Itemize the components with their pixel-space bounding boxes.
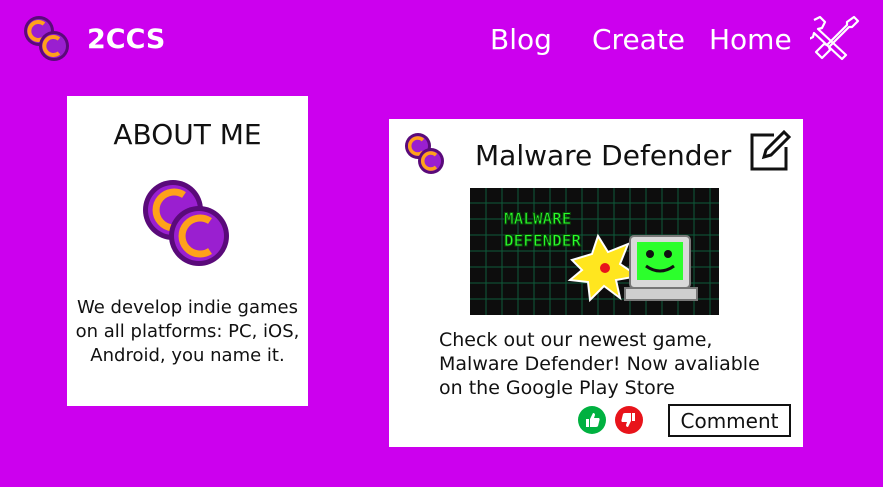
post-body: Check out our newest game, Malware Defen… [439,329,760,399]
game-logo-line2: DEFENDER [504,231,581,250]
post-title: Malware Defender [475,139,732,172]
brand-name[interactable]: 2CCS [87,24,165,55]
nav-link-create[interactable]: Create [592,23,685,56]
comment-button[interactable]: Comment [668,404,791,437]
pixel-coins-logo-icon[interactable] [22,14,72,64]
about-title: ABOUT ME [113,118,262,151]
about-card: ABOUT ME We develop indie games on all p… [67,96,308,406]
edit-icon[interactable] [748,129,792,173]
nav-link-home[interactable]: Home [709,23,792,56]
top-nav-bar: 2CCS Blog Create Home [0,0,883,80]
game-logo-line1: MALWARE [504,209,571,228]
pixel-coins-logo-icon [405,133,444,174]
post-card: Malware Defender MALWARE DEFENDER Check … [389,119,803,447]
thumbs-down-icon[interactable] [614,405,644,435]
thumbs-up-icon[interactable] [577,405,607,435]
game-banner-image: MALWARE DEFENDER [470,188,719,315]
nav-link-blog[interactable]: Blog [490,23,552,56]
wrench-screwdriver-icon[interactable] [810,14,860,62]
pixel-coins-logo-icon [143,180,229,266]
about-text: We develop indie games on all platforms:… [75,297,300,366]
